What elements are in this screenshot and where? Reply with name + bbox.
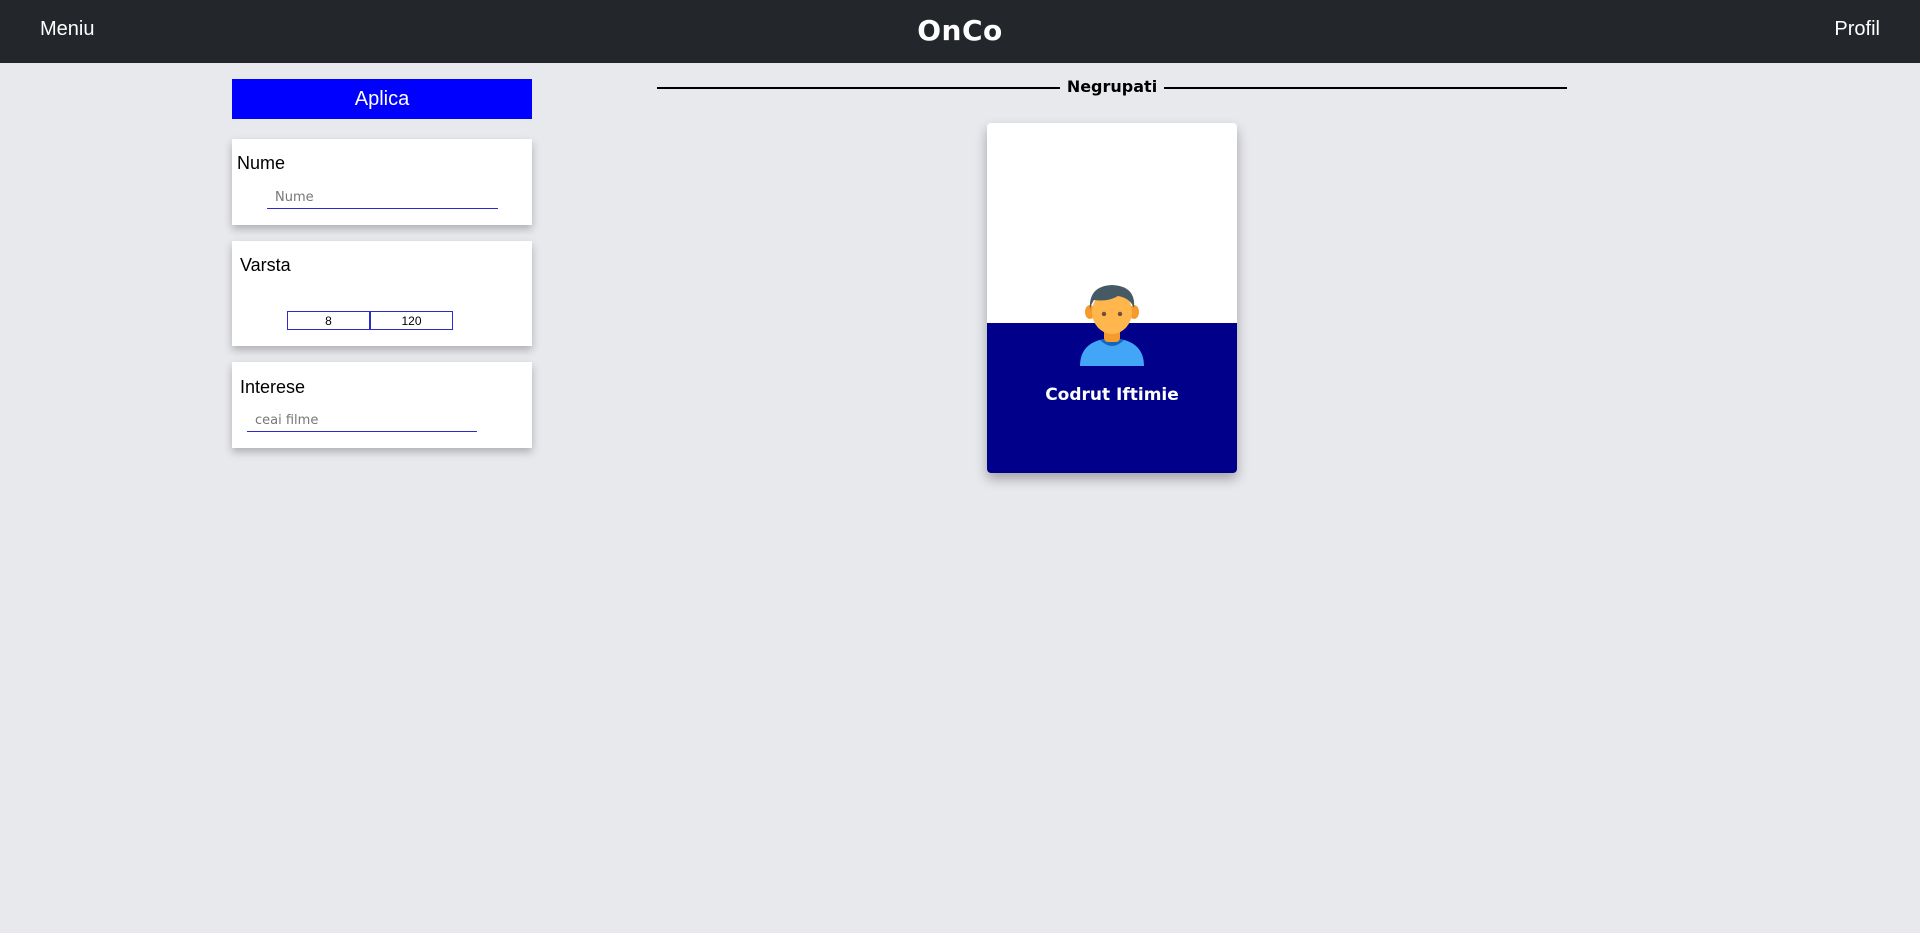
- age-filter-card: Varsta: [232, 241, 532, 346]
- menu-link[interactable]: Meniu: [40, 18, 94, 41]
- person-card[interactable]: Codrut Iftimie: [987, 123, 1237, 473]
- name-filter-label: Nume: [237, 153, 286, 173]
- interests-filter-card: Interese: [232, 362, 532, 448]
- group-divider-right: [1164, 87, 1567, 89]
- interests-input[interactable]: [247, 410, 477, 432]
- name-filter-card: Nume: [232, 139, 532, 225]
- age-min-input[interactable]: [287, 311, 370, 330]
- age-filter-label: Varsta: [240, 255, 291, 275]
- apply-button[interactable]: Aplica: [232, 79, 532, 119]
- top-navbar: Meniu OnCo Profil: [0, 0, 1920, 63]
- user-avatar-icon: [1080, 285, 1144, 366]
- brand-logo: OnCo: [917, 14, 1003, 47]
- age-max-input[interactable]: [370, 311, 453, 330]
- group-divider-left: [657, 87, 1060, 89]
- person-name: Codrut Iftimie: [1045, 385, 1179, 405]
- profile-link[interactable]: Profil: [1834, 18, 1880, 41]
- name-input[interactable]: [267, 187, 498, 209]
- group-title: Negrupati: [1066, 77, 1158, 96]
- interests-filter-label: Interese: [240, 377, 306, 397]
